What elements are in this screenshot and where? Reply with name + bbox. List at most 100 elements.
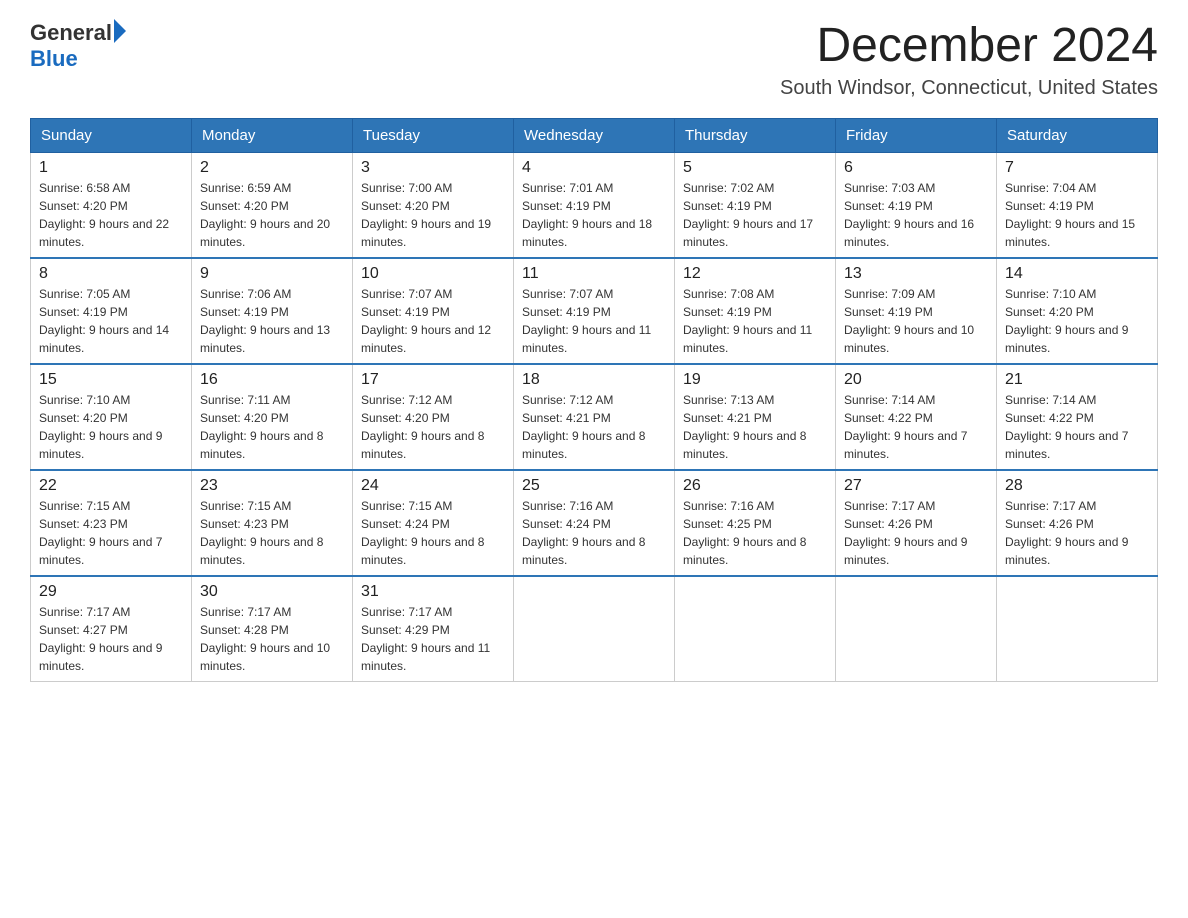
day-info: Sunrise: 6:59 AMSunset: 4:20 PMDaylight:… bbox=[200, 181, 330, 249]
day-info: Sunrise: 7:17 AMSunset: 4:26 PMDaylight:… bbox=[844, 499, 967, 567]
calendar-cell: 8 Sunrise: 7:05 AMSunset: 4:19 PMDayligh… bbox=[31, 258, 192, 364]
day-info: Sunrise: 7:14 AMSunset: 4:22 PMDaylight:… bbox=[844, 393, 967, 461]
day-info: Sunrise: 7:08 AMSunset: 4:19 PMDaylight:… bbox=[683, 287, 812, 355]
calendar-week-row: 8 Sunrise: 7:05 AMSunset: 4:19 PMDayligh… bbox=[31, 258, 1158, 364]
calendar-cell: 7 Sunrise: 7:04 AMSunset: 4:19 PMDayligh… bbox=[997, 152, 1158, 258]
calendar-cell: 5 Sunrise: 7:02 AMSunset: 4:19 PMDayligh… bbox=[675, 152, 836, 258]
day-number: 22 bbox=[39, 477, 183, 495]
day-info: Sunrise: 7:02 AMSunset: 4:19 PMDaylight:… bbox=[683, 181, 813, 249]
day-info: Sunrise: 7:04 AMSunset: 4:19 PMDaylight:… bbox=[1005, 181, 1135, 249]
day-number: 25 bbox=[522, 477, 666, 495]
day-number: 12 bbox=[683, 265, 827, 283]
day-info: Sunrise: 7:10 AMSunset: 4:20 PMDaylight:… bbox=[39, 393, 162, 461]
weekday-header-saturday: Saturday bbox=[997, 118, 1158, 152]
day-number: 24 bbox=[361, 477, 505, 495]
calendar-cell: 6 Sunrise: 7:03 AMSunset: 4:19 PMDayligh… bbox=[836, 152, 997, 258]
weekday-header-sunday: Sunday bbox=[31, 118, 192, 152]
day-number: 30 bbox=[200, 583, 344, 601]
day-number: 7 bbox=[1005, 159, 1149, 177]
calendar-cell: 13 Sunrise: 7:09 AMSunset: 4:19 PMDaylig… bbox=[836, 258, 997, 364]
weekday-header-monday: Monday bbox=[192, 118, 353, 152]
day-number: 11 bbox=[522, 265, 666, 283]
calendar-cell bbox=[675, 576, 836, 682]
calendar-week-row: 29 Sunrise: 7:17 AMSunset: 4:27 PMDaylig… bbox=[31, 576, 1158, 682]
calendar-cell: 21 Sunrise: 7:14 AMSunset: 4:22 PMDaylig… bbox=[997, 364, 1158, 470]
calendar-cell: 16 Sunrise: 7:11 AMSunset: 4:20 PMDaylig… bbox=[192, 364, 353, 470]
day-number: 2 bbox=[200, 159, 344, 177]
page-header: General Blue December 2024 South Windsor… bbox=[30, 20, 1158, 100]
logo: General Blue bbox=[30, 20, 126, 72]
day-number: 21 bbox=[1005, 371, 1149, 389]
calendar-cell: 26 Sunrise: 7:16 AMSunset: 4:25 PMDaylig… bbox=[675, 470, 836, 576]
day-info: Sunrise: 7:15 AMSunset: 4:23 PMDaylight:… bbox=[200, 499, 323, 567]
day-number: 18 bbox=[522, 371, 666, 389]
day-number: 4 bbox=[522, 159, 666, 177]
day-info: Sunrise: 7:10 AMSunset: 4:20 PMDaylight:… bbox=[1005, 287, 1128, 355]
calendar-cell: 28 Sunrise: 7:17 AMSunset: 4:26 PMDaylig… bbox=[997, 470, 1158, 576]
day-info: Sunrise: 7:17 AMSunset: 4:29 PMDaylight:… bbox=[361, 605, 490, 673]
day-number: 27 bbox=[844, 477, 988, 495]
day-number: 28 bbox=[1005, 477, 1149, 495]
calendar-cell: 12 Sunrise: 7:08 AMSunset: 4:19 PMDaylig… bbox=[675, 258, 836, 364]
day-info: Sunrise: 7:16 AMSunset: 4:24 PMDaylight:… bbox=[522, 499, 645, 567]
day-info: Sunrise: 7:06 AMSunset: 4:19 PMDaylight:… bbox=[200, 287, 330, 355]
weekday-header-tuesday: Tuesday bbox=[353, 118, 514, 152]
calendar-cell: 23 Sunrise: 7:15 AMSunset: 4:23 PMDaylig… bbox=[192, 470, 353, 576]
calendar-cell: 22 Sunrise: 7:15 AMSunset: 4:23 PMDaylig… bbox=[31, 470, 192, 576]
day-number: 31 bbox=[361, 583, 505, 601]
day-info: Sunrise: 7:13 AMSunset: 4:21 PMDaylight:… bbox=[683, 393, 806, 461]
day-number: 15 bbox=[39, 371, 183, 389]
day-number: 13 bbox=[844, 265, 988, 283]
calendar-cell: 4 Sunrise: 7:01 AMSunset: 4:19 PMDayligh… bbox=[514, 152, 675, 258]
day-number: 6 bbox=[844, 159, 988, 177]
calendar-cell: 17 Sunrise: 7:12 AMSunset: 4:20 PMDaylig… bbox=[353, 364, 514, 470]
calendar-cell: 25 Sunrise: 7:16 AMSunset: 4:24 PMDaylig… bbox=[514, 470, 675, 576]
calendar-cell: 24 Sunrise: 7:15 AMSunset: 4:24 PMDaylig… bbox=[353, 470, 514, 576]
calendar-week-row: 1 Sunrise: 6:58 AMSunset: 4:20 PMDayligh… bbox=[31, 152, 1158, 258]
day-number: 29 bbox=[39, 583, 183, 601]
day-info: Sunrise: 7:16 AMSunset: 4:25 PMDaylight:… bbox=[683, 499, 806, 567]
calendar-cell: 1 Sunrise: 6:58 AMSunset: 4:20 PMDayligh… bbox=[31, 152, 192, 258]
day-info: Sunrise: 7:05 AMSunset: 4:19 PMDaylight:… bbox=[39, 287, 169, 355]
day-number: 19 bbox=[683, 371, 827, 389]
calendar-cell: 31 Sunrise: 7:17 AMSunset: 4:29 PMDaylig… bbox=[353, 576, 514, 682]
calendar-cell: 27 Sunrise: 7:17 AMSunset: 4:26 PMDaylig… bbox=[836, 470, 997, 576]
day-number: 23 bbox=[200, 477, 344, 495]
day-number: 14 bbox=[1005, 265, 1149, 283]
calendar-week-row: 15 Sunrise: 7:10 AMSunset: 4:20 PMDaylig… bbox=[31, 364, 1158, 470]
day-info: Sunrise: 7:12 AMSunset: 4:20 PMDaylight:… bbox=[361, 393, 484, 461]
day-number: 8 bbox=[39, 265, 183, 283]
calendar-cell: 9 Sunrise: 7:06 AMSunset: 4:19 PMDayligh… bbox=[192, 258, 353, 364]
day-info: Sunrise: 7:15 AMSunset: 4:23 PMDaylight:… bbox=[39, 499, 162, 567]
day-number: 20 bbox=[844, 371, 988, 389]
day-info: Sunrise: 7:14 AMSunset: 4:22 PMDaylight:… bbox=[1005, 393, 1128, 461]
day-info: Sunrise: 7:12 AMSunset: 4:21 PMDaylight:… bbox=[522, 393, 645, 461]
calendar-cell: 14 Sunrise: 7:10 AMSunset: 4:20 PMDaylig… bbox=[997, 258, 1158, 364]
day-info: Sunrise: 7:17 AMSunset: 4:27 PMDaylight:… bbox=[39, 605, 162, 673]
day-number: 5 bbox=[683, 159, 827, 177]
day-info: Sunrise: 6:58 AMSunset: 4:20 PMDaylight:… bbox=[39, 181, 169, 249]
day-info: Sunrise: 7:17 AMSunset: 4:26 PMDaylight:… bbox=[1005, 499, 1128, 567]
day-number: 3 bbox=[361, 159, 505, 177]
calendar-cell: 20 Sunrise: 7:14 AMSunset: 4:22 PMDaylig… bbox=[836, 364, 997, 470]
calendar-cell: 29 Sunrise: 7:17 AMSunset: 4:27 PMDaylig… bbox=[31, 576, 192, 682]
calendar-cell: 3 Sunrise: 7:00 AMSunset: 4:20 PMDayligh… bbox=[353, 152, 514, 258]
day-info: Sunrise: 7:17 AMSunset: 4:28 PMDaylight:… bbox=[200, 605, 330, 673]
day-info: Sunrise: 7:07 AMSunset: 4:19 PMDaylight:… bbox=[522, 287, 651, 355]
calendar-week-row: 22 Sunrise: 7:15 AMSunset: 4:23 PMDaylig… bbox=[31, 470, 1158, 576]
calendar-cell: 15 Sunrise: 7:10 AMSunset: 4:20 PMDaylig… bbox=[31, 364, 192, 470]
calendar-cell: 2 Sunrise: 6:59 AMSunset: 4:20 PMDayligh… bbox=[192, 152, 353, 258]
calendar-cell bbox=[836, 576, 997, 682]
day-info: Sunrise: 7:07 AMSunset: 4:19 PMDaylight:… bbox=[361, 287, 491, 355]
title-area: December 2024 South Windsor, Connecticut… bbox=[780, 20, 1158, 100]
calendar-cell: 19 Sunrise: 7:13 AMSunset: 4:21 PMDaylig… bbox=[675, 364, 836, 470]
weekday-header-thursday: Thursday bbox=[675, 118, 836, 152]
calendar-cell: 30 Sunrise: 7:17 AMSunset: 4:28 PMDaylig… bbox=[192, 576, 353, 682]
month-title: December 2024 bbox=[780, 20, 1158, 73]
calendar-cell: 10 Sunrise: 7:07 AMSunset: 4:19 PMDaylig… bbox=[353, 258, 514, 364]
calendar-table: SundayMondayTuesdayWednesdayThursdayFrid… bbox=[30, 118, 1158, 682]
day-info: Sunrise: 7:15 AMSunset: 4:24 PMDaylight:… bbox=[361, 499, 484, 567]
calendar-cell: 11 Sunrise: 7:07 AMSunset: 4:19 PMDaylig… bbox=[514, 258, 675, 364]
weekday-header-wednesday: Wednesday bbox=[514, 118, 675, 152]
day-number: 10 bbox=[361, 265, 505, 283]
